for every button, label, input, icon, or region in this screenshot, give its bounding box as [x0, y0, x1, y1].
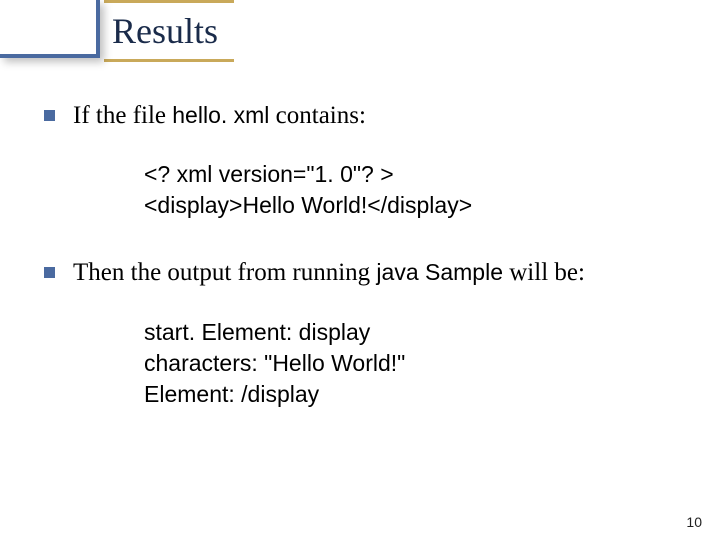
bullet-icon	[44, 267, 55, 278]
inline-code: java Sample	[376, 259, 503, 285]
slide-content: If the file hello. xml contains: <? xml …	[44, 100, 680, 446]
text-suffix: contains:	[269, 102, 366, 129]
output-line-1: start. Element: display	[144, 317, 680, 348]
inline-code: hello. xml	[172, 102, 269, 128]
text-prefix: If the file	[73, 102, 172, 129]
output-line-3: Element: /display	[144, 379, 680, 410]
title-gold-bar-top	[104, 0, 234, 3]
xml-block: <? xml version="1. 0"? > <display>Hello …	[144, 159, 680, 221]
text-suffix: will be:	[503, 259, 585, 286]
page-number: 10	[686, 514, 702, 530]
bullet-icon	[44, 110, 55, 121]
slide-title: Results	[112, 10, 218, 52]
xml-line-1: <? xml version="1. 0"? >	[144, 159, 680, 190]
title-accent-box	[0, 0, 100, 58]
bullet-item-2: Then the output from running java Sample…	[44, 257, 680, 288]
output-line-2: characters: "Hello World!"	[144, 348, 680, 379]
bullet-text-1: If the file hello. xml contains:	[73, 100, 366, 131]
title-gold-bar-bottom	[104, 59, 234, 62]
bullet-text-2: Then the output from running java Sample…	[73, 257, 585, 288]
bullet-item-1: If the file hello. xml contains:	[44, 100, 680, 131]
text-prefix: Then the output from running	[73, 259, 376, 286]
output-block: start. Element: display characters: "Hel…	[144, 317, 680, 410]
xml-line-2: <display>Hello World!</display>	[144, 190, 680, 221]
